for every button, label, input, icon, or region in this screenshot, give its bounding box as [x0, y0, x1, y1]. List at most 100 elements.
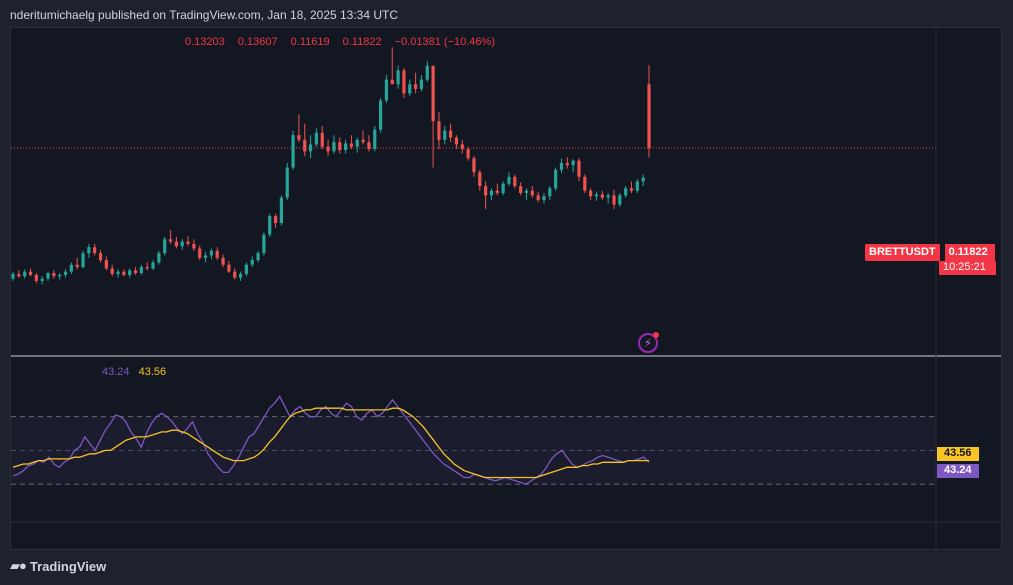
ohlc-legend: 0.13203 0.13607 0.11619 0.11822 −0.01381… — [185, 36, 505, 48]
candle-body — [618, 195, 622, 205]
candle-body — [647, 84, 651, 149]
candle-body — [460, 144, 464, 150]
candle-body — [519, 186, 523, 193]
chart-frame[interactable]: 0.13203 0.13607 0.11619 0.11822 −0.01381… — [10, 27, 1002, 550]
candle-body — [128, 270, 132, 275]
candle-body — [244, 264, 248, 274]
brand-label: TradingView — [29, 558, 107, 574]
candle-body — [180, 241, 184, 247]
rsi-ma-legend-value: 43.56 — [138, 366, 167, 378]
candle-body — [98, 253, 103, 261]
candle-body — [186, 241, 190, 244]
candle-body — [133, 270, 138, 274]
candle-body — [326, 146, 330, 152]
candle-body — [472, 158, 476, 173]
candle-body — [629, 188, 634, 191]
bar-countdown: 10:25:21 — [939, 261, 996, 275]
candle-body — [577, 160, 581, 177]
candle-body — [489, 190, 494, 196]
candle-body — [58, 274, 62, 277]
candle-body — [419, 79, 424, 89]
candle-body — [361, 139, 365, 143]
candle-body — [373, 129, 377, 150]
candle-body — [273, 216, 278, 224]
candle-body — [367, 142, 371, 150]
candle-body — [215, 250, 219, 258]
candle-body — [303, 139, 307, 152]
candle-body — [63, 271, 68, 275]
candle-body — [87, 247, 91, 254]
candle-body — [624, 188, 628, 196]
candle-body — [151, 262, 155, 269]
candle-body — [635, 181, 639, 191]
ohlc-close: 0.11822 — [342, 36, 382, 48]
candle-body — [174, 241, 178, 247]
candle-body — [554, 169, 558, 189]
candle-body — [402, 70, 406, 94]
candle-body — [501, 183, 505, 193]
candle-body — [536, 195, 540, 200]
candle-body — [209, 250, 213, 256]
candle-body — [28, 271, 33, 275]
candle-body — [52, 273, 56, 277]
chart-canvas[interactable] — [11, 28, 1001, 549]
candle-body — [606, 195, 610, 198]
candle-body — [548, 188, 552, 197]
candle-body — [443, 130, 447, 140]
candle-body — [355, 139, 359, 147]
rsi-scale-label: 43.24 — [937, 464, 979, 478]
candle-body — [104, 260, 108, 269]
candle-body — [414, 84, 418, 89]
candle-body — [454, 137, 459, 145]
lightning-alert-icon[interactable]: ⚡ — [638, 332, 659, 353]
candle-body — [583, 176, 587, 191]
candle-body — [431, 65, 435, 122]
candle-body — [145, 267, 149, 269]
candle-body — [233, 271, 237, 278]
candle-body — [157, 253, 161, 263]
candle-body — [314, 132, 319, 145]
ohlc-change: −0.01381 (−10.46%) — [394, 36, 495, 48]
candle-body — [34, 274, 38, 281]
candle-body — [507, 176, 511, 184]
ohlc-high: 0.13607 — [237, 36, 278, 48]
candle-body — [75, 264, 79, 268]
candle-body — [612, 195, 616, 205]
candle-body — [238, 273, 243, 278]
candle-body — [23, 271, 27, 277]
candle-body — [93, 247, 97, 254]
candle-body — [466, 149, 470, 159]
candle-body — [192, 243, 196, 249]
candle-body — [46, 273, 50, 279]
rsi-ma-scale-label: 43.56 — [937, 447, 979, 461]
candle-body — [594, 194, 599, 197]
candle-body — [168, 239, 173, 242]
candle-body — [530, 190, 534, 196]
candle-body — [320, 132, 324, 147]
candle-body — [262, 234, 266, 254]
candle-body — [378, 100, 383, 130]
candle-body — [332, 142, 336, 152]
candle-body — [110, 268, 114, 274]
published-info: nderitumichaelg published on TradingView… — [10, 8, 399, 22]
candle-body — [308, 144, 313, 152]
ohlc-low: 0.11619 — [290, 36, 330, 48]
candle-body — [542, 196, 546, 200]
candle-body — [425, 65, 429, 80]
candle-body — [11, 273, 15, 279]
symbol-label: BRETTUSDT — [865, 244, 940, 261]
candle-body — [256, 253, 260, 261]
candle-body — [69, 264, 73, 272]
candle-body — [17, 273, 21, 277]
candle-body — [478, 172, 482, 187]
candle-body — [396, 70, 400, 85]
candle-body — [203, 255, 208, 258]
tradingview-brand[interactable]: ▰● TradingView — [10, 558, 106, 574]
ohlc-open: 0.13203 — [185, 36, 225, 48]
candle-body — [589, 190, 593, 197]
candle-body — [408, 84, 412, 94]
candle-body — [343, 143, 348, 150]
candle-body — [565, 162, 569, 166]
candle-body — [349, 143, 354, 147]
candle-body — [600, 194, 604, 198]
